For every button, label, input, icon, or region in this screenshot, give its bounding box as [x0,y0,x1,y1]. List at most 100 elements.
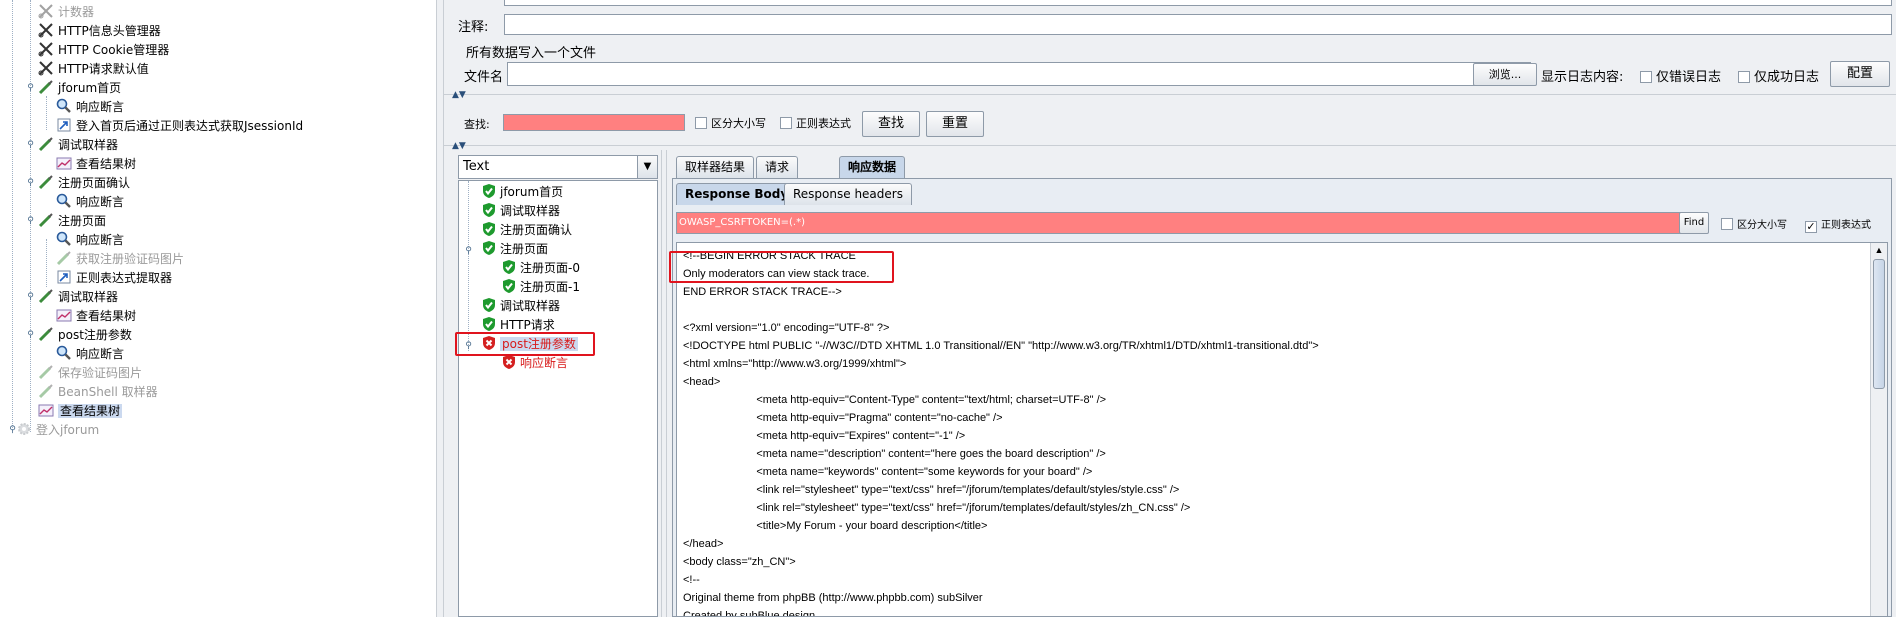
filename-field[interactable] [507,62,1531,86]
regex-checkbox[interactable] [780,117,792,129]
tree-node[interactable]: 登入首页后通过正则表达式获取JsessionId [56,117,303,136]
tree-node[interactable]: HTTP信息头管理器 [38,22,161,41]
render-type-select[interactable]: Text ▼ [458,155,658,179]
browse-button[interactable]: 浏览... [1473,63,1537,86]
success-only-option[interactable]: 仅成功日志 [1738,66,1819,85]
collapse-arrows-icon[interactable]: ▲▼ [452,141,466,151]
response-line: <meta http-equiv="Expires" content="-1" … [683,430,966,442]
tree-expander-icon[interactable]: ⚲ [8,426,17,435]
tree-expander-icon[interactable]: ⚲ [26,141,35,150]
pipette-icon [38,383,54,399]
scissors-icon [38,41,54,57]
tree-node[interactable]: 响应断言 [56,193,124,212]
body-search-input[interactable]: OWASP_CSRFTOKEN=(.*) [676,212,1688,234]
errors-only-checkbox[interactable] [1640,71,1652,83]
vertical-scrollbar[interactable]: ▲ [1870,243,1887,616]
tree-node[interactable]: 登入jforum [16,421,99,440]
tab-request[interactable]: 请求 [756,156,799,178]
scroll-up-icon[interactable]: ▲ [1873,243,1885,257]
result-node[interactable]: 注册页面确认 [481,221,572,240]
body-case-sensitive-checkbox[interactable] [1721,218,1733,230]
tree-expander-icon[interactable]: ⚲ [26,331,35,340]
tree-node[interactable]: 注册页面确认 [38,174,130,193]
tab-sampler-result[interactable]: 取样器结果 [676,156,755,178]
tree-node[interactable]: HTTP Cookie管理器 [38,41,169,60]
comment-field[interactable] [504,14,1892,35]
tree-node[interactable]: 调试取样器 [38,136,118,155]
reset-button[interactable]: 重置 [926,111,984,137]
tree-node[interactable]: 查看结果树 [38,402,123,421]
arrow-icon [56,269,72,285]
body-search-value: OWASP_CSRFTOKEN=(.*) [679,217,805,228]
errors-only-option[interactable]: 仅错误日志 [1640,66,1721,85]
response-line: <meta name="description" content="here g… [683,448,1106,460]
split-divider[interactable] [444,94,1896,99]
tree-node[interactable]: jforum首页 [38,79,121,98]
result-node[interactable]: jforum首页 [481,183,563,202]
tree-guide-line [46,239,47,287]
tree-node[interactable]: post注册参数 [38,326,132,345]
tree-node[interactable]: 查看结果树 [56,155,136,174]
sampler-result-tree[interactable]: jforum首页 调试取样器 注册页面确认 注册页面 注册页面-0 注册页面-1 调试取样器… [458,180,658,617]
result-node[interactable]: 注册页面 [481,240,548,259]
tree-guide-line [468,181,469,351]
pipette-icon [38,136,54,152]
response-body-text[interactable]: <!--BEGIN ERROR STACK TRACE Only moderato… [676,242,1888,617]
content-splitter[interactable] [661,150,667,617]
tab-response-data[interactable]: 响应数据 [839,156,906,178]
body-regex-option[interactable]: ✓ 正则表达式 [1805,216,1871,233]
tree-node-label: 查看结果树 [76,157,137,171]
result-node[interactable]: 调试取样器 [481,297,560,316]
tree-node-label: HTTP信息头管理器 [58,24,161,38]
log-display-label: 显示日志内容: [1541,70,1624,85]
body-case-sensitive-option[interactable]: 区分大小写 [1721,216,1787,231]
shield-check-icon [481,240,497,256]
tree-expander-icon[interactable]: ⚲ [26,84,35,93]
response-line: <html xmlns="http://www.w3.org/1999/xhtm… [683,358,907,370]
tree-node[interactable]: 注册页面 [38,212,106,231]
collapse-arrows-icon[interactable]: ▲▼ [452,90,466,100]
chevron-down-icon[interactable]: ▼ [637,156,657,178]
result-node[interactable]: 响应断言 [501,354,568,373]
test-plan-tree[interactable]: 计数器 HTTP信息头管理器 HTTP Cookie管理器 HTTP请求默认值 jfor… [0,0,436,617]
case-sensitive-option[interactable]: 区分大小写 [695,115,766,131]
tree-expander-icon[interactable]: ⚲ [26,179,35,188]
regex-option[interactable]: 正则表达式 [780,115,851,131]
search-label: 查找: [464,118,490,131]
tree-node[interactable]: HTTP请求默认值 [38,60,149,79]
comment-label: 注释: [458,20,489,35]
success-only-checkbox[interactable] [1738,71,1750,83]
tree-expander-icon[interactable]: ⚲ [464,247,473,256]
tree-node[interactable]: 获取注册验证码图片 [56,250,184,269]
magnifier-icon [56,345,72,361]
tree-node[interactable]: 调试取样器 [38,288,118,307]
tab-response-headers[interactable]: Response headers [784,183,912,205]
result-node[interactable]: 注册页面-0 [501,259,580,278]
scrollbar-thumb[interactable] [1873,259,1885,389]
tree-node-label: jforum首页 [58,81,122,95]
tree-expander-icon[interactable]: ⚲ [26,293,35,302]
body-find-button[interactable]: Find [1679,212,1709,234]
tree-node[interactable]: 响应断言 [56,98,124,117]
response-line: <link rel="stylesheet" type="text/css" h… [683,502,1191,514]
tree-node[interactable]: 计数器 [38,3,94,22]
tree-node[interactable]: 响应断言 [56,231,124,250]
result-node[interactable]: 调试取样器 [481,202,560,221]
tree-expander-icon[interactable]: ⚲ [26,217,35,226]
body-regex-checkbox[interactable]: ✓ [1805,221,1817,233]
response-line: <title>My Forum - your board description… [683,520,988,532]
tree-node[interactable]: 保存验证码图片 [38,364,142,383]
response-line: </head> [683,538,724,550]
search-input[interactable] [503,114,685,131]
tree-splitter[interactable] [436,0,444,617]
find-button[interactable]: 查找 [862,111,920,137]
name-field[interactable] [504,0,1892,6]
tree-node[interactable]: 响应断言 [56,345,124,364]
configure-button[interactable]: 配置 [1830,61,1890,87]
tab-response-body[interactable]: Response Body [676,183,798,205]
case-sensitive-checkbox[interactable] [695,117,707,129]
tree-node[interactable]: 查看结果树 [56,307,136,326]
tree-node[interactable]: 正则表达式提取器 [56,269,172,288]
result-node[interactable]: 注册页面-1 [501,278,580,297]
tree-node[interactable]: BeanShell 取样器 [38,383,158,402]
